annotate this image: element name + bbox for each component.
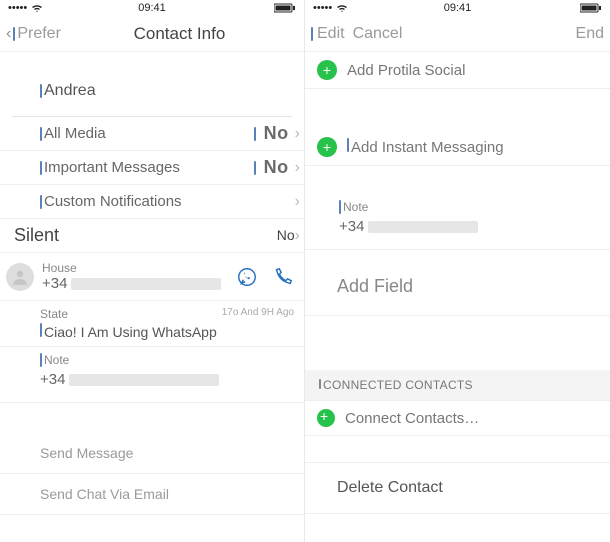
note-field[interactable]: Note +34 (305, 192, 610, 250)
back-button[interactable]: ‹ Prefer (6, 25, 61, 43)
add-field-button[interactable]: Add Field (305, 250, 610, 316)
all-media-row[interactable]: All Media No › (0, 117, 304, 151)
send-chat-email-button[interactable]: Send Chat Via Email (0, 474, 304, 515)
bar-icon (13, 27, 15, 41)
delete-contact-button[interactable]: Delete Contact (305, 462, 610, 514)
battery-icon (274, 3, 296, 13)
status-bar: ••••• 09:41 (305, 0, 610, 16)
all-media-value: No (264, 123, 289, 144)
state-row[interactable]: State Ciao! I Am Using WhatsApp 17o And … (0, 301, 304, 347)
state-text: Ciao! I Am Using WhatsApp (44, 324, 217, 340)
note-row: Note +34 (0, 347, 304, 403)
chevron-right-icon: › (295, 159, 300, 177)
status-bar: ••••• 09:41 (0, 0, 304, 16)
phone-row[interactable]: House +34 (0, 253, 304, 301)
all-media-label: All Media (44, 125, 106, 142)
edit-contact-pane: ••••• 09:41 Edit Cancel End + Add Protil… (305, 0, 610, 542)
phone-icon[interactable] (272, 266, 294, 288)
add-im-label: Add Instant Messaging (351, 139, 504, 156)
contact-info-pane: ••••• 09:41 ‹ Prefer Contact Info Andrea… (0, 0, 305, 542)
state-label: State (40, 307, 217, 321)
note-redacted (69, 374, 219, 386)
custom-notifications-row[interactable]: Custom Notifications › (0, 185, 304, 219)
end-button[interactable]: End (576, 25, 604, 43)
plus-icon: + (317, 137, 337, 157)
silent-row[interactable]: Silent No› (0, 219, 304, 253)
wifi-icon (336, 3, 348, 13)
nav-title: Contact Info (61, 24, 298, 44)
add-instant-messaging-button[interactable]: + Add Instant Messaging (305, 129, 610, 166)
nav-bar: Edit Cancel End (305, 16, 610, 52)
back-label: Prefer (17, 25, 61, 43)
state-timestamp: 17o And 9H Ago (222, 307, 294, 318)
send-message-button[interactable]: Send Message (0, 433, 304, 474)
phone-prefix: +34 (42, 275, 67, 292)
note-label: Note (343, 200, 368, 214)
phone-label: House (42, 261, 228, 275)
plus-icon: + (317, 60, 337, 80)
note-prefix: +34 (40, 371, 65, 388)
add-profile-social-button[interactable]: + Add Protila Social (305, 52, 610, 89)
silent-value: No (277, 227, 295, 243)
important-label: Important Messages (44, 159, 180, 176)
signal-icon: ••••• (313, 2, 332, 14)
important-value: No (264, 157, 289, 178)
custom-notif-label: Custom Notifications (44, 193, 182, 210)
whatsapp-icon[interactable] (236, 266, 258, 288)
chevron-right-icon: › (295, 125, 300, 143)
cancel-button[interactable]: Cancel (353, 25, 403, 43)
chevron-right-icon: › (295, 193, 300, 211)
add-profile-label: Add Protila Social (347, 62, 465, 79)
phone-redacted (71, 278, 221, 290)
note-redacted (368, 221, 478, 233)
battery-icon (580, 3, 602, 13)
chevron-left-icon: ‹ (6, 25, 11, 43)
important-messages-row[interactable]: Important Messages No › (0, 151, 304, 185)
chevron-right-icon: › (295, 227, 300, 244)
status-time: 09:41 (444, 2, 472, 14)
avatar (6, 263, 34, 291)
plus-icon (317, 409, 335, 427)
nav-bar: ‹ Prefer Contact Info (0, 16, 304, 52)
wifi-icon (31, 3, 43, 13)
silent-label: Silent (14, 225, 59, 246)
edit-button[interactable]: Edit (317, 25, 345, 43)
contact-name: Andrea (0, 52, 304, 116)
signal-icon: ••••• (8, 2, 27, 14)
note-prefix: +34 (339, 218, 364, 235)
connect-contacts-label: Connect Contacts… (345, 410, 479, 427)
connected-contacts-header: CONNECTED CONTACTS (305, 370, 610, 401)
connect-contacts-button[interactable]: Connect Contacts… (305, 401, 610, 436)
status-time: 09:41 (138, 2, 166, 14)
note-label: Note (44, 353, 69, 367)
